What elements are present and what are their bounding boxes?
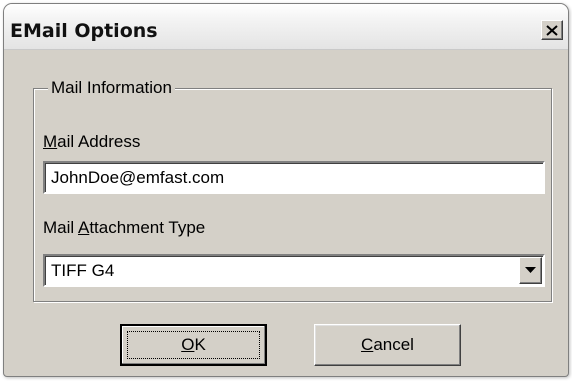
mail-address-label-text: ail Address xyxy=(57,132,141,151)
mail-address-mnemonic: M xyxy=(43,132,58,151)
title-bar[interactable]: EMail Options xyxy=(4,4,568,50)
attachment-label-prefix: Mail xyxy=(43,218,78,237)
mail-address-input[interactable] xyxy=(43,161,545,194)
dropdown-button[interactable] xyxy=(519,257,542,284)
cancel-mnemonic: C xyxy=(361,335,374,354)
attachment-type-value: TIFF G4 xyxy=(51,261,115,280)
cancel-label-text: ancel xyxy=(373,335,414,354)
email-options-dialog: EMail Options Mail Information Mail Addr… xyxy=(3,3,569,377)
attachment-mnemonic: A xyxy=(77,218,90,237)
close-button[interactable] xyxy=(541,20,563,40)
ok-label-text: K xyxy=(194,335,206,354)
mail-address-label: Mail Address xyxy=(43,132,140,152)
close-icon xyxy=(546,24,558,36)
attachment-type-select[interactable]: TIFF G4 xyxy=(43,254,545,287)
cancel-button[interactable]: Cancel xyxy=(314,324,461,366)
attachment-type-label: Mail Attachment Type xyxy=(43,218,205,238)
ok-button-label: OK xyxy=(181,335,206,355)
ok-button[interactable]: OK xyxy=(120,324,267,366)
chevron-down-icon xyxy=(525,267,536,273)
attachment-label-text: ttachment Type xyxy=(89,218,206,237)
group-legend: Mail Information xyxy=(48,78,175,98)
cancel-button-label: Cancel xyxy=(361,335,414,355)
dialog-title: EMail Options xyxy=(10,20,158,42)
ok-mnemonic: O xyxy=(181,335,195,354)
